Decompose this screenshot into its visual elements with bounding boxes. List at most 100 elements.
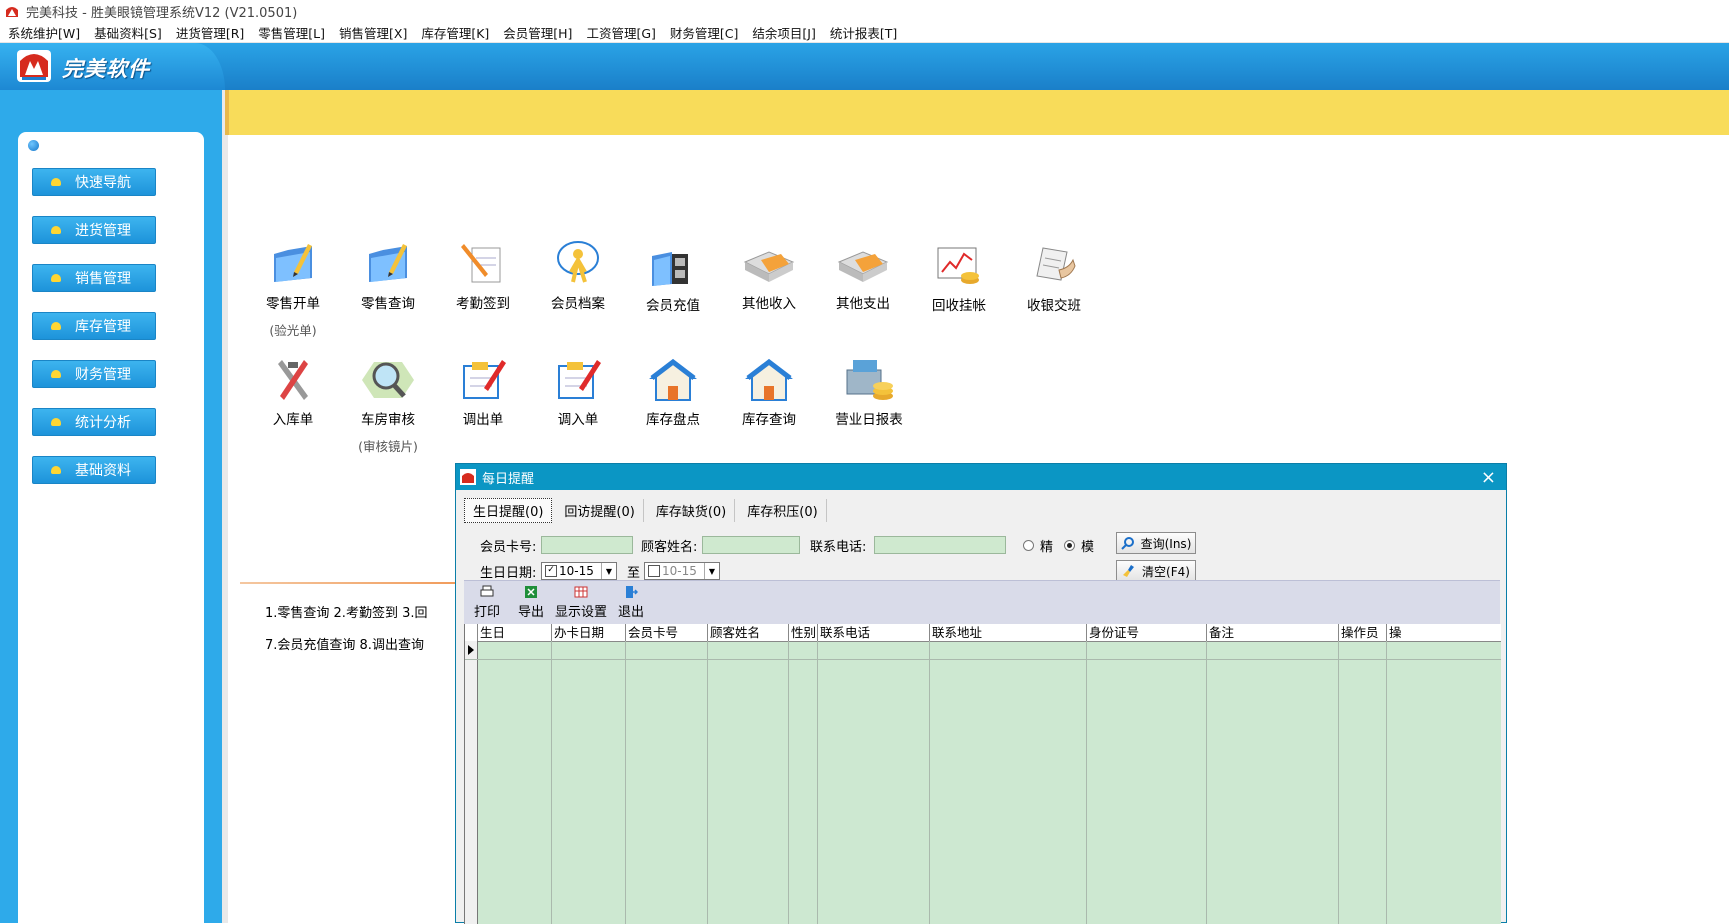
logo-area: 完美软件 xyxy=(0,43,225,90)
menu-system[interactable]: 系统维护[W] xyxy=(8,23,80,42)
sidebar-item-finance[interactable]: 财务管理 xyxy=(32,360,156,388)
menu-member[interactable]: 会员管理[H] xyxy=(503,23,572,42)
clear-button[interactable]: 清空(F4) xyxy=(1116,560,1196,582)
tile-retail-query[interactable]: 零售查询 xyxy=(343,238,433,312)
chevron-down-icon[interactable]: ▼ xyxy=(704,563,719,579)
menu-bar: 系统维护[W] 基础资料[S] 进货管理[R] 零售管理[L] 销售管理[X] … xyxy=(0,22,1729,43)
export-button[interactable]: 导出 xyxy=(518,585,544,620)
col-card-number[interactable]: 会员卡号 xyxy=(625,624,707,641)
export-label: 导出 xyxy=(518,605,545,620)
house-icon xyxy=(649,358,697,401)
tab-overstock[interactable]: 库存积压(0) xyxy=(739,498,827,522)
radio-fuzzy[interactable] xyxy=(1064,540,1075,551)
phone-input[interactable] xyxy=(874,536,1006,554)
radio-exact[interactable] xyxy=(1023,540,1034,551)
tile-daily-report[interactable]: 营业日报表 xyxy=(824,356,914,428)
dialog-app-icon xyxy=(460,469,476,485)
card-number-input[interactable] xyxy=(541,536,633,554)
sidebar-item-basic-data[interactable]: 基础资料 xyxy=(32,456,156,484)
col-operation[interactable]: 操 xyxy=(1386,624,1501,641)
bullet-icon xyxy=(51,274,61,282)
money-box-icon xyxy=(837,251,889,282)
search-icon xyxy=(1120,537,1134,550)
dialog-title: 每日提醒 xyxy=(482,471,535,487)
app-logo-icon xyxy=(6,7,18,17)
tile-retail-order[interactable]: 零售开单 (验光单) xyxy=(248,238,338,339)
sidebar-item-statistics[interactable]: 统计分析 xyxy=(32,408,156,436)
tab-birthday[interactable]: 生日提醒(0) xyxy=(464,497,553,523)
tile-label: 其他收入 xyxy=(742,296,796,312)
menu-balance[interactable]: 结余项目[J] xyxy=(752,23,815,42)
close-icon[interactable]: × xyxy=(1481,467,1496,488)
sidebar-item-sales[interactable]: 销售管理 xyxy=(32,264,156,292)
sidebar-item-inventory[interactable]: 库存管理 xyxy=(32,312,156,340)
tile-transfer-out[interactable]: 调出单 xyxy=(438,354,528,428)
menu-basic-data[interactable]: 基础资料[S] xyxy=(94,23,162,42)
tab-out-of-stock[interactable]: 库存缺货(0) xyxy=(648,498,736,522)
tile-stock-in[interactable]: 入库单 xyxy=(248,356,338,428)
bullet-icon xyxy=(51,226,61,234)
col-operator[interactable]: 操作员 xyxy=(1338,624,1386,641)
customer-name-input[interactable] xyxy=(702,536,800,554)
birthday-grid[interactable]: 生日 办卡日期 会员卡号 顾客姓名 性别 联系电话 联系地址 身份证号 备注 操… xyxy=(464,624,1501,924)
tile-attendance[interactable]: 考勤签到 xyxy=(438,238,528,312)
tile-cashier-handover[interactable]: 收银交班 xyxy=(1009,240,1099,314)
menu-inventory[interactable]: 库存管理[K] xyxy=(421,23,489,42)
menu-sales[interactable]: 销售管理[X] xyxy=(339,23,407,42)
print-button[interactable]: 打印 xyxy=(474,585,500,620)
quick-links-line1[interactable]: 1.零售查询 2.考勤签到 3.回 xyxy=(265,602,427,621)
menu-payroll[interactable]: 工资管理[G] xyxy=(586,23,655,42)
col-phone[interactable]: 联系电话 xyxy=(817,624,929,641)
tile-other-income[interactable]: 其他收入 xyxy=(724,238,814,312)
register-icon xyxy=(846,360,893,400)
tile-other-expense[interactable]: 其他支出 xyxy=(818,238,908,312)
menu-reports[interactable]: 统计报表[T] xyxy=(830,23,897,42)
tile-workshop-review[interactable]: 车房审核 (审核镜片) xyxy=(343,354,433,455)
grid-row-line xyxy=(465,659,1501,660)
col-address[interactable]: 联系地址 xyxy=(929,624,1086,641)
daily-reminder-dialog: 每日提醒 × 生日提醒(0) 回访提醒(0) 库存缺货(0) 库存积压(0) 会… xyxy=(455,463,1507,924)
tile-label: 其他支出 xyxy=(836,296,890,312)
menu-finance[interactable]: 财务管理[C] xyxy=(670,23,738,42)
tile-recover-account[interactable]: 回收挂帐 xyxy=(914,240,1004,314)
col-card-date[interactable]: 办卡日期 xyxy=(551,624,625,641)
grid-line xyxy=(707,641,708,924)
tile-sublabel: (验光单) xyxy=(269,323,317,338)
exit-button[interactable]: 退出 xyxy=(618,585,644,620)
tile-member-profile[interactable]: 会员档案 xyxy=(533,238,623,312)
grid-line xyxy=(1338,641,1339,924)
bullet-icon xyxy=(51,466,61,474)
date-to-picker[interactable]: 10-15 ▼ xyxy=(644,562,720,580)
date-from-picker[interactable]: ✓ 10-15 ▼ xyxy=(541,562,617,580)
dialog-titlebar[interactable]: 每日提醒 × xyxy=(456,464,1506,490)
grid-line xyxy=(625,641,626,924)
grid-line xyxy=(1086,641,1087,924)
date-from-checkbox[interactable]: ✓ xyxy=(545,565,557,577)
tile-transfer-in[interactable]: 调入单 xyxy=(533,354,623,428)
section-divider xyxy=(240,582,455,584)
clear-button-label: 清空(F4) xyxy=(1142,564,1190,579)
sidebar-item-quick-nav[interactable]: 快速导航 xyxy=(32,168,156,196)
grid-line xyxy=(1386,641,1387,924)
query-button[interactable]: 查询(Ins) xyxy=(1116,532,1196,554)
col-id-number[interactable]: 身份证号 xyxy=(1086,624,1206,641)
col-birthday[interactable]: 生日 xyxy=(477,624,551,641)
tile-stock-count[interactable]: 库存盘点 xyxy=(628,358,718,428)
tile-member-recharge[interactable]: 会员充值 xyxy=(628,240,718,314)
tile-label: 营业日报表 xyxy=(835,412,903,428)
quick-links-line2[interactable]: 7.会员充值查询 8.调出查询 xyxy=(265,634,424,653)
display-settings-button[interactable]: 显示设置 xyxy=(555,585,607,620)
window-title: 完美科技 - 胜美眼镜管理系统V12 (V21.0501) xyxy=(26,5,298,21)
col-remark[interactable]: 备注 xyxy=(1206,624,1338,641)
date-to-checkbox[interactable] xyxy=(648,565,660,577)
menu-purchase[interactable]: 进货管理[R] xyxy=(176,23,244,42)
tile-stock-query[interactable]: 库存查询 xyxy=(724,358,814,428)
col-customer-name[interactable]: 顾客姓名 xyxy=(707,624,788,641)
menu-retail[interactable]: 零售管理[L] xyxy=(258,23,325,42)
tab-followup[interactable]: 回访提醒(0) xyxy=(556,498,644,522)
tile-label: 零售查询 xyxy=(361,296,415,312)
sidebar-item-label: 销售管理 xyxy=(75,271,131,287)
col-gender[interactable]: 性别 xyxy=(788,624,817,641)
sidebar-item-purchase[interactable]: 进货管理 xyxy=(32,216,156,244)
chevron-down-icon[interactable]: ▼ xyxy=(601,563,616,579)
